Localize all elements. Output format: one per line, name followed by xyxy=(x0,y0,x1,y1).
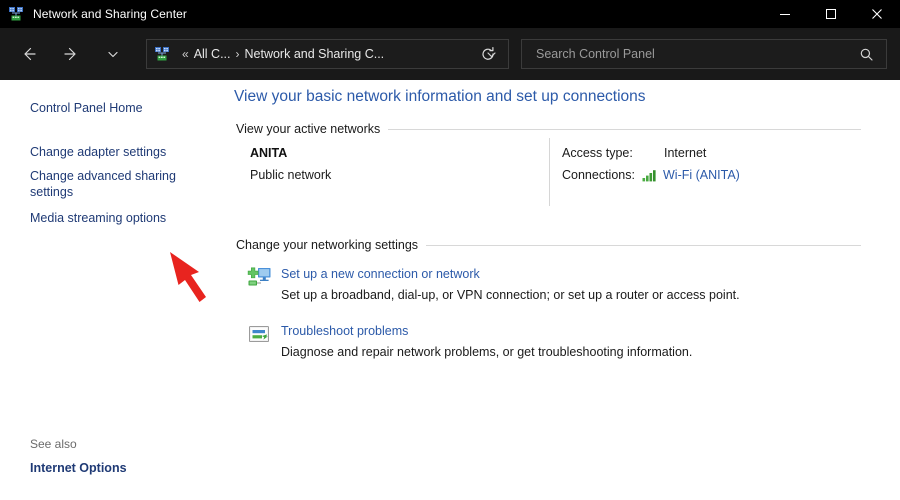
sidebar-item-internet-options[interactable]: Internet Options xyxy=(30,461,127,475)
section-active-networks: View your active networks xyxy=(236,122,861,136)
section-divider xyxy=(426,244,861,246)
maximize-button[interactable] xyxy=(808,0,854,28)
active-network-entry: ANITA Public network Access type: Intern… xyxy=(222,138,882,208)
breadcrumb-network-icon xyxy=(154,46,170,62)
network-icon xyxy=(8,6,24,22)
address-bar[interactable]: « All C... › Network and Sharing C... xyxy=(146,39,509,69)
main-panel: View your basic network information and … xyxy=(222,80,900,500)
minimize-button[interactable] xyxy=(762,0,808,28)
back-button[interactable] xyxy=(14,39,44,69)
window-controls xyxy=(762,0,900,28)
search-input[interactable] xyxy=(534,46,838,62)
troubleshoot-icon xyxy=(246,323,274,351)
navigation-toolbar: « All C... › Network and Sharing C... xyxy=(0,28,900,80)
close-button[interactable] xyxy=(854,0,900,28)
section-networking-settings: Change your networking settings xyxy=(236,238,861,252)
sidebar-item-media-streaming-options[interactable]: Media streaming options xyxy=(30,210,166,226)
sidebar-item-change-advanced-sharing-settings[interactable]: Change advanced sharing settings xyxy=(30,168,176,200)
breadcrumb-overflow[interactable]: « xyxy=(182,47,189,61)
access-type-label: Access type: xyxy=(562,146,633,160)
connections-label: Connections: xyxy=(562,168,635,182)
wifi-signal-icon xyxy=(642,168,658,187)
action-title-troubleshoot-problems[interactable]: Troubleshoot problems xyxy=(281,324,408,338)
window-title: Network and Sharing Center xyxy=(33,7,188,21)
section-networking-settings-label: Change your networking settings xyxy=(236,238,419,252)
network-type: Public network xyxy=(250,168,332,182)
breadcrumb-separator: › xyxy=(235,47,240,61)
breadcrumb-item-network-sharing-center[interactable]: Network and Sharing C... xyxy=(245,47,385,61)
new-connection-icon xyxy=(246,266,274,294)
action-title-set-up-new-connection[interactable]: Set up a new connection or network xyxy=(281,267,480,281)
forward-button[interactable] xyxy=(56,39,86,69)
breadcrumb-item-all-control-panel[interactable]: All C... xyxy=(194,47,231,61)
title-bar: Network and Sharing Center xyxy=(0,0,900,28)
section-active-networks-label: View your active networks xyxy=(236,122,381,136)
search-box[interactable] xyxy=(521,39,887,69)
recent-locations-button[interactable] xyxy=(98,39,128,69)
page-title: View your basic network information and … xyxy=(234,88,646,105)
sidebar-item-control-panel-home[interactable]: Control Panel Home xyxy=(30,100,143,116)
vertical-divider xyxy=(549,138,550,206)
content-area: Control Panel Home Change adapter settin… xyxy=(0,80,900,500)
network-name: ANITA xyxy=(250,146,288,160)
sidebar-item-change-adapter-settings[interactable]: Change adapter settings xyxy=(30,144,166,160)
search-icon[interactable] xyxy=(859,47,874,62)
wifi-connection-link[interactable]: Wi-Fi (ANITA) xyxy=(663,168,740,182)
see-also-label: See also xyxy=(30,437,77,451)
sidebar: Control Panel Home Change adapter settin… xyxy=(0,80,222,500)
network-sharing-center-window: Network and Sharing Center « All C... › … xyxy=(0,0,900,500)
action-description-set-up-new-connection: Set up a broadband, dial-up, or VPN conn… xyxy=(281,288,740,302)
access-type-value: Internet xyxy=(664,146,707,160)
section-divider xyxy=(388,128,861,130)
action-description-troubleshoot-problems: Diagnose and repair network problems, or… xyxy=(281,345,693,359)
refresh-button[interactable] xyxy=(475,41,501,67)
